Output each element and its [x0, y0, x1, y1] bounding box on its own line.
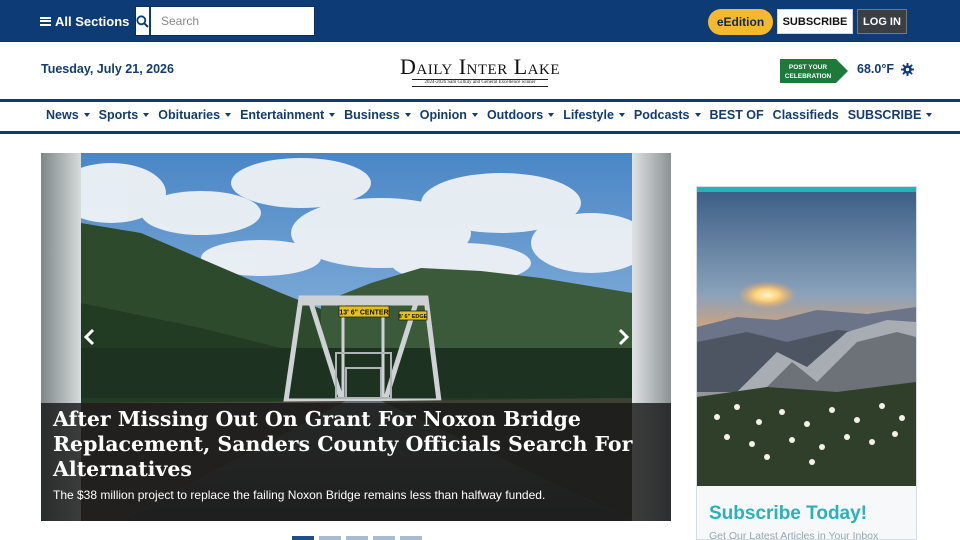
- current-date: Tuesday, July 21, 2026: [41, 62, 174, 76]
- top-bar: All Sections eEdition SUBSCRIBE LOG IN: [0, 0, 960, 42]
- chevron-down-icon: [926, 113, 933, 117]
- carousel-dot[interactable]: [319, 536, 341, 540]
- nav-item-label: BEST OF: [709, 108, 764, 122]
- nav-item-subscribe[interactable]: SUBSCRIBE: [848, 108, 933, 122]
- nav-item-outdoors[interactable]: Outdoors: [486, 108, 555, 122]
- hero-carousel: 13' 6" CENTER 8' 6" EDGE After Missing O…: [41, 153, 671, 521]
- subscribe-button[interactable]: SUBSCRIBE: [777, 9, 853, 34]
- chevron-down-icon: [618, 113, 625, 117]
- nav-top-rule: [0, 99, 960, 102]
- chevron-down-icon: [329, 113, 336, 117]
- gear-icon[interactable]: [901, 63, 914, 76]
- nav-item-label: Business: [344, 108, 400, 122]
- carousel-dot[interactable]: [400, 536, 422, 540]
- nav-item-label: Outdoors: [486, 108, 544, 122]
- ad-subtitle: Get Our Latest Articles in Your Inbox: [709, 530, 879, 540]
- nav-item-label: SUBSCRIBE: [847, 108, 922, 122]
- bridge-sign-center: 13' 6" CENTER: [339, 310, 388, 317]
- nav-item-opinion[interactable]: Opinion: [420, 108, 478, 122]
- carousel-dot[interactable]: [373, 536, 395, 540]
- ad-sunset-image: [697, 192, 916, 486]
- hero-caption: After Missing Out On Grant For Noxon Bri…: [41, 403, 671, 521]
- eedition-button[interactable]: eEdition: [708, 9, 773, 35]
- nav-item-business[interactable]: Business: [344, 108, 411, 122]
- hamburger-icon: [40, 16, 51, 26]
- nav-item-best-of[interactable]: BEST OF: [710, 108, 764, 122]
- nav-item-sports[interactable]: Sports: [99, 108, 150, 122]
- bridge-sign-edge: 8' 6" EDGE: [399, 314, 428, 320]
- carousel-dot[interactable]: [346, 536, 368, 540]
- nav-item-classifieds[interactable]: Classifieds: [773, 108, 839, 122]
- site-logo[interactable]: Daily Inter Lake 2024-2026 Sam Gilluly a…: [390, 54, 570, 87]
- logo-subtitle: 2024-2026 Sam Gilluly and General Excell…: [412, 79, 548, 87]
- nav-item-label: Lifestyle: [563, 108, 614, 122]
- hero-headline[interactable]: After Missing Out On Grant For Noxon Bri…: [53, 407, 653, 482]
- nav-bottom-rule: [0, 131, 960, 134]
- search-icon: [136, 14, 149, 28]
- chevron-down-icon: [83, 113, 90, 117]
- all-sections-button[interactable]: All Sections: [40, 11, 129, 31]
- chevron-down-icon: [143, 113, 150, 117]
- chevron-down-icon: [548, 113, 555, 117]
- nav-item-obituaries[interactable]: Obituaries: [158, 108, 232, 122]
- promo-line-1: POST YOUR: [789, 64, 827, 71]
- nav-item-label: Obituaries: [158, 108, 221, 122]
- nav-item-label: Sports: [98, 108, 139, 122]
- nav-item-label: News: [46, 108, 79, 122]
- nav-item-lifestyle[interactable]: Lifestyle: [563, 108, 625, 122]
- hero-deck: The $38 million project to replace the f…: [53, 488, 546, 502]
- nav-item-label: Entertainment: [240, 108, 325, 122]
- chevron-down-icon: [225, 113, 232, 117]
- next-slide-icon[interactable]: [615, 328, 631, 346]
- search-button[interactable]: [136, 7, 151, 35]
- search-input[interactable]: [151, 7, 318, 35]
- prev-slide-icon[interactable]: [82, 328, 98, 346]
- nav-item-label: Classifieds: [772, 108, 839, 122]
- nav-item-podcasts[interactable]: Podcasts: [634, 108, 701, 122]
- chevron-down-icon: [471, 113, 478, 117]
- nav-item-label: Podcasts: [633, 108, 690, 122]
- chevron-down-icon: [694, 113, 701, 117]
- login-button[interactable]: LOG IN: [857, 9, 907, 34]
- chevron-down-icon: [404, 113, 411, 117]
- main-nav: News Sports Obituaries Entertainment Busines…: [46, 108, 941, 122]
- all-sections-label: All Sections: [55, 13, 130, 29]
- logo-title: Daily Inter Lake: [400, 54, 560, 79]
- subscribe-ad[interactable]: Subscribe Today! Get Our Latest Articles…: [696, 186, 917, 540]
- temperature[interactable]: 68.0°F: [857, 62, 894, 76]
- nav-item-news[interactable]: News: [46, 108, 90, 122]
- nav-item-label: Opinion: [419, 108, 467, 122]
- ad-title: Subscribe Today!: [709, 503, 868, 524]
- nav-item-entertainment[interactable]: Entertainment: [240, 108, 336, 122]
- carousel-indicators: [292, 536, 427, 540]
- promo-line-2: CELEBRATION: [785, 73, 832, 80]
- search-box: [135, 6, 318, 36]
- post-celebration-badge[interactable]: POST YOUR CELEBRATION: [780, 59, 848, 83]
- carousel-dot[interactable]: [292, 536, 314, 540]
